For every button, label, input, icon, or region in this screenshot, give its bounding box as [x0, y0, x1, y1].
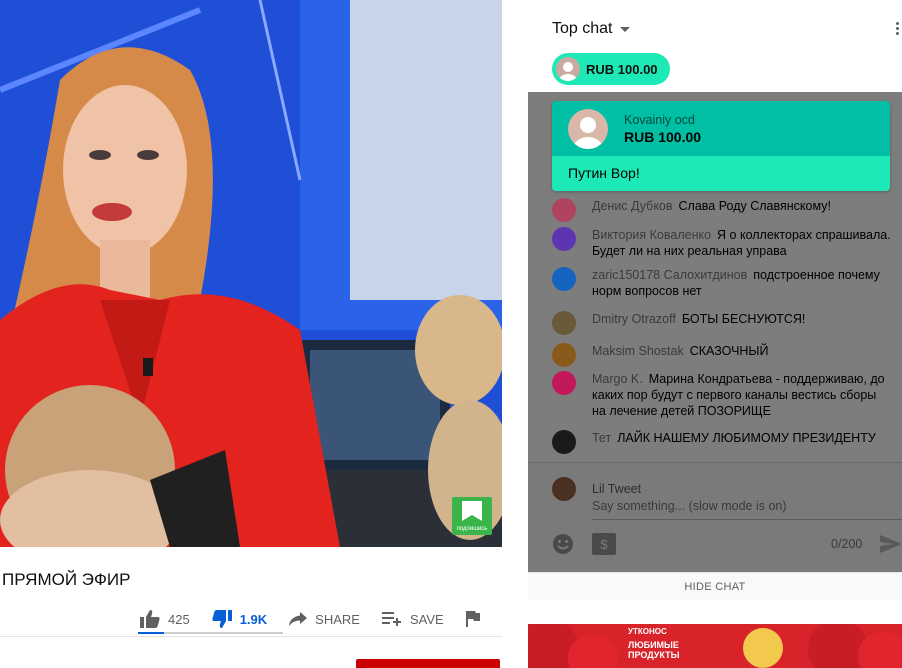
chat-username: Lil Tweet [592, 482, 642, 496]
video-frame [0, 0, 502, 547]
ticker-amount: RUB 100.00 [586, 61, 658, 77]
hide-chat-button[interactable]: HIDE CHAT [528, 572, 902, 600]
avatar [552, 343, 576, 367]
user-silhouette-icon [559, 62, 577, 81]
message-text: ЛАЙК НАШЕМУ ЛЮБИМОМУ ПРЕЗИДЕНТУ [617, 431, 876, 445]
avatar [552, 267, 576, 291]
chat-messages: Kovainiy ocd RUB 100.00 Путин Вор! Денис… [528, 92, 902, 462]
flag-icon [465, 611, 480, 627]
save-label: SAVE [409, 611, 444, 627]
save-button[interactable]: SAVE [381, 607, 444, 631]
thumbs-down-icon [212, 610, 232, 628]
chat-message: Виктория Коваленко Я о коллекторах спраши… [552, 227, 892, 259]
chat-message: Maksim Shostak СКАЗОЧНЫЙ [552, 343, 892, 367]
avatar [552, 227, 576, 251]
strawberry-image [568, 634, 618, 668]
message-author: Виктория Коваленко [592, 228, 712, 242]
message-author: Денис Дубков [592, 199, 673, 213]
thumbs-up-icon [140, 610, 160, 628]
chat-message: Тет ЛАЙК НАШЕМУ ЛЮБИМОМУ ПРЕЗИДЕНТУ [552, 430, 892, 454]
caret-down-icon [620, 26, 631, 32]
more-vert-icon[interactable] [896, 22, 900, 36]
message-author: Тет [592, 431, 612, 445]
watermark-label: подпишись [456, 526, 488, 532]
chat-message: Dmitry Otrazoff БОТЫ БЕСНУЮТСЯ! [552, 311, 892, 335]
chat-input-field[interactable]: Say something... (slow mode is on) [592, 499, 787, 513]
super-chat-message: Путин Вор! [552, 156, 890, 191]
sentiment-bar [138, 632, 283, 634]
chat-mode-dropdown[interactable]: Top chat [552, 20, 631, 38]
super-chat-header: Kovainiy ocd RUB 100.00 [552, 101, 890, 156]
message-author: Dmitry Otrazoff [592, 312, 676, 326]
ad-headline-line-1: ЛЮБИМЫЕ [628, 640, 679, 650]
send-icon[interactable] [880, 533, 902, 555]
ad-brand: УТКОНОС [628, 627, 667, 636]
chat-mode-label: Top chat [552, 20, 613, 37]
message-text: Слава Роду Славянскому! [678, 199, 831, 213]
chat-input-user: Lil Tweet [552, 477, 641, 501]
live-chat: Top chat RUB 100.00 Kovainiy ocd RUB 100… [528, 0, 902, 600]
chat-message: Margo K. Марина Кондратьева - поддерживаю… [552, 371, 892, 419]
chat-input-panel: Lil Tweet Say something... (slow mode is… [528, 462, 902, 572]
avatar [552, 430, 576, 454]
sentiment-bar-fill [138, 632, 165, 634]
dislike-count: 1.9K [239, 611, 268, 627]
message-author: Maksim Shostak [592, 344, 684, 358]
chat-message: zaric150178 Салохитдинов подстроенное поч… [552, 267, 892, 299]
user-silhouette-icon [573, 117, 603, 149]
share-button[interactable]: SHARE [289, 607, 360, 631]
message-author: Margo K. [592, 372, 643, 386]
subscribe-button[interactable] [356, 659, 500, 668]
super-chat-author: Kovainiy ocd [624, 113, 695, 127]
avatar [552, 371, 576, 395]
avatar [556, 57, 580, 81]
emoji-icon[interactable] [552, 533, 574, 555]
video-player[interactable]: подпишись [0, 0, 502, 547]
super-chat-amount: RUB 100.00 [624, 129, 702, 145]
message-text: БОТЫ БЕСНУЮТСЯ! [681, 312, 806, 326]
chat-message: Денис Дубков Слава Роду Славянскому! [552, 198, 892, 222]
video-title: ПРЯМОЙ ЭФИР [2, 570, 131, 589]
message-text: СКАЗОЧНЫЙ [689, 344, 769, 358]
message-author: zaric150178 Салохитдинов [592, 268, 748, 282]
report-button[interactable] [465, 607, 488, 631]
share-icon [289, 612, 308, 626]
ad-banner[interactable]: УТКОНОС ЛЮБИМЫЕ ПРОДУКТЫ [528, 624, 902, 668]
dislike-button[interactable]: 1.9K [212, 607, 267, 631]
avatar [552, 198, 576, 222]
playlist-add-icon [381, 612, 401, 626]
svg-text:$: $ [600, 537, 608, 552]
char-counter: 0/200 [831, 537, 863, 551]
super-chat-ticker[interactable]: RUB 100.00 [552, 53, 670, 85]
mascot-image [743, 628, 783, 668]
ad-headline-line-2: ПРОДУКТЫ [628, 650, 680, 660]
like-button[interactable]: 425 [140, 607, 190, 631]
divider [0, 636, 502, 637]
ad-headline: ЛЮБИМЫЕ ПРОДУКТЫ [628, 640, 679, 660]
chat-header: Top chat RUB 100.00 [528, 0, 902, 92]
share-label: SHARE [315, 611, 360, 627]
video-actions: 425 1.9K SHARE SAVE [140, 602, 510, 636]
avatar [552, 477, 576, 501]
avatar [568, 109, 608, 149]
super-chat-money-icon[interactable]: $ [592, 533, 616, 555]
super-chat-card[interactable]: Kovainiy ocd RUB 100.00 Путин Вор! [552, 101, 890, 191]
bookmark-icon [462, 501, 482, 521]
like-count: 425 [168, 611, 190, 627]
avatar [552, 311, 576, 335]
channel-watermark[interactable]: подпишись [452, 497, 492, 535]
input-underline [592, 519, 902, 520]
